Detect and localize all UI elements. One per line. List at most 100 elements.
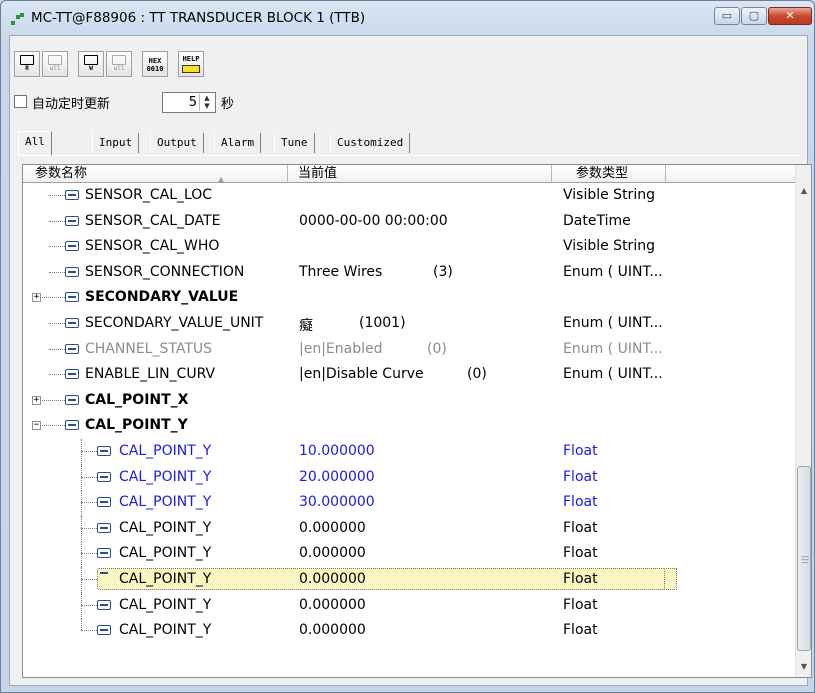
parameter-icon [65,394,79,405]
parameter-type: Enum ( UINT... [563,340,663,357]
write-all-icon [112,55,126,65]
main-content: R all W all HEX 0010 HELP 自动定时更新 5 ▲ ▼ 秒… [9,35,812,686]
parameter-name: CHANNEL_STATUS [85,340,212,357]
parameter-name: SENSOR_CAL_LOC [85,187,213,203]
table-row[interactable]: CAL_POINT_Y 10.000000 Float [23,439,797,465]
parameter-code: (1001) [359,315,406,331]
table-row[interactable]: CAL_POINT_Y 0.000000 Float [23,541,797,568]
parameter-type: DateTime [563,212,631,229]
column-value-label: 当前值 [298,166,338,181]
table-row[interactable]: SENSOR_CAL_DATE 0000-00-00 00:00:00 DateTi… [23,209,797,235]
table-row[interactable]: CAL_POINT_Y 30.000000 Float [23,490,797,517]
parameter-type: Visible String [563,187,655,203]
tree-connector [81,630,97,632]
help-button[interactable]: HELP [178,51,204,77]
tab-output[interactable]: Output [150,133,204,153]
tree-connector [49,323,65,324]
table-row[interactable]: SENSOR_CAL_LOC Visible String [23,183,797,209]
parameter-type: Float [563,571,598,587]
parameter-icon [97,625,111,636]
auto-refresh-checkbox[interactable] [14,95,27,108]
parameter-value[interactable]: |en|Disable Curve [299,366,424,382]
parameter-value[interactable]: 0.000000 [299,545,366,561]
help-label: HELP [182,55,200,63]
scroll-up-arrow-icon[interactable]: ▲ [796,183,811,199]
parameter-icon [97,446,111,456]
table-row[interactable]: CAL_POINT_Y 20.000000 Float [23,464,797,491]
spinner-arrows-icon[interactable]: ▲ ▼ [199,94,214,111]
table-row[interactable]: ENABLE_LIN_CURV |en|Disable Curve (0) Enum … [23,362,797,388]
tree-connector [81,490,82,517]
maximize-button[interactable]: ▢ [741,7,767,25]
write-all-button[interactable]: all [106,51,132,77]
tree-connector [81,592,82,619]
expand-icon[interactable]: + [32,395,41,405]
parameter-value[interactable]: 20.000000 [299,469,375,485]
minimize-button[interactable]: ▭ [714,7,740,25]
parameter-code: (0) [427,340,447,357]
scroll-thumb[interactable]: — — — [797,466,811,651]
table-row[interactable]: + CAL_POINT_X [23,388,797,414]
table-row[interactable]: + SECONDARY_VALUE [23,285,797,311]
app-window: MC-TT@F88906 : TT TRANSDUCER BLOCK 1 (TT… [0,0,815,693]
parameter-type: Enum ( UINT... [563,263,663,280]
parameter-name: SENSOR_CAL_DATE [85,212,221,229]
hex-button[interactable]: HEX 0010 [142,51,168,77]
table-row[interactable]: − CAL_POINT_Y [23,413,797,439]
parameter-type: Enum ( UINT... [563,315,663,331]
close-button[interactable]: ✕ [768,7,812,25]
table-row[interactable]: CAL_POINT_Y 0.000000 Float [23,567,797,593]
tab-input[interactable]: Input [92,133,140,153]
tree-connector [81,541,82,568]
column-header-name[interactable]: 参数名称 ▲ [23,165,288,184]
read-all-label: all [49,65,61,72]
parameter-value[interactable]: 30.000000 [299,494,375,510]
table-row[interactable]: CAL_POINT_Y 0.000000 Float [23,592,797,619]
parameter-value[interactable]: 0000-00-00 00:00:00 [299,213,448,229]
table-row[interactable]: SECONDARY_VALUE_UNIT 癡 (1001) Enum ( UINT..… [23,311,797,337]
parameter-value[interactable]: 0.000000 [299,622,366,638]
tree-connector [81,553,97,555]
parameter-icon [65,266,79,277]
table-row[interactable]: SENSOR_CAL_WHO Visible String [23,234,797,260]
tab-all[interactable]: All [18,131,52,155]
parameter-type: Float [563,596,598,613]
vertical-scrollbar[interactable]: ▲ — — — ▼ [795,165,811,677]
parameter-value[interactable]: 0.000000 [299,520,366,536]
parameter-value[interactable]: 10.000000 [299,443,375,459]
write-button[interactable]: W [78,51,104,77]
tree-connector [49,195,65,196]
parameter-value[interactable]: Three Wires [299,264,382,280]
tab-alarm[interactable]: Alarm [214,133,262,153]
table-row[interactable]: SENSOR_CONNECTION Three Wires (3) Enum ( UI… [23,260,797,286]
table-row[interactable]: CHANNEL_STATUS |en|Enabled (0) Enum ( UINT.… [23,337,797,363]
parameter-grid: 参数名称 ▲ 当前值 参数类型 SENSOR_CAL_LOC Visible St… [22,164,812,678]
column-header-value[interactable]: 当前值 [288,165,552,183]
scroll-down-arrow-icon[interactable]: ▼ [796,659,811,675]
parameter-value[interactable]: 癡 [299,315,313,335]
refresh-interval-value[interactable]: 5 [189,95,197,110]
parameter-name: CAL_POINT_Y [119,545,212,562]
column-header-type[interactable]: 参数类型 [552,165,666,183]
parameter-name: CAL_POINT_Y [85,417,188,434]
parameter-icon [97,522,111,533]
refresh-interval-spinner[interactable]: 5 ▲ ▼ [162,92,216,113]
collapse-icon[interactable]: − [32,421,41,431]
expand-icon[interactable]: + [32,293,41,303]
table-row[interactable]: CAL_POINT_Y 0.000000 Float [23,515,797,542]
read-all-button[interactable]: all [42,51,68,77]
parameter-value[interactable]: 0.000000 [299,571,366,587]
parameter-icon [65,241,79,252]
parameter-value[interactable]: 0.000000 [299,597,366,613]
title-bar[interactable]: MC-TT@F88906 : TT TRANSDUCER BLOCK 1 (TT… [1,1,814,35]
tab-customized[interactable]: Customized [330,133,411,153]
table-row[interactable]: CAL_POINT_Y 0.000000 Float [23,618,797,644]
column-header-empty[interactable] [666,165,797,183]
parameter-name: CAL_POINT_Y [119,519,212,536]
tree-connector [81,567,82,593]
read-button[interactable]: R [14,51,40,77]
parameter-name: CAL_POINT_X [85,391,189,408]
tab-tune[interactable]: Tune [274,133,315,153]
parameter-value[interactable]: |en|Enabled [299,341,383,357]
parameter-name: CAL_POINT_Y [119,571,212,587]
